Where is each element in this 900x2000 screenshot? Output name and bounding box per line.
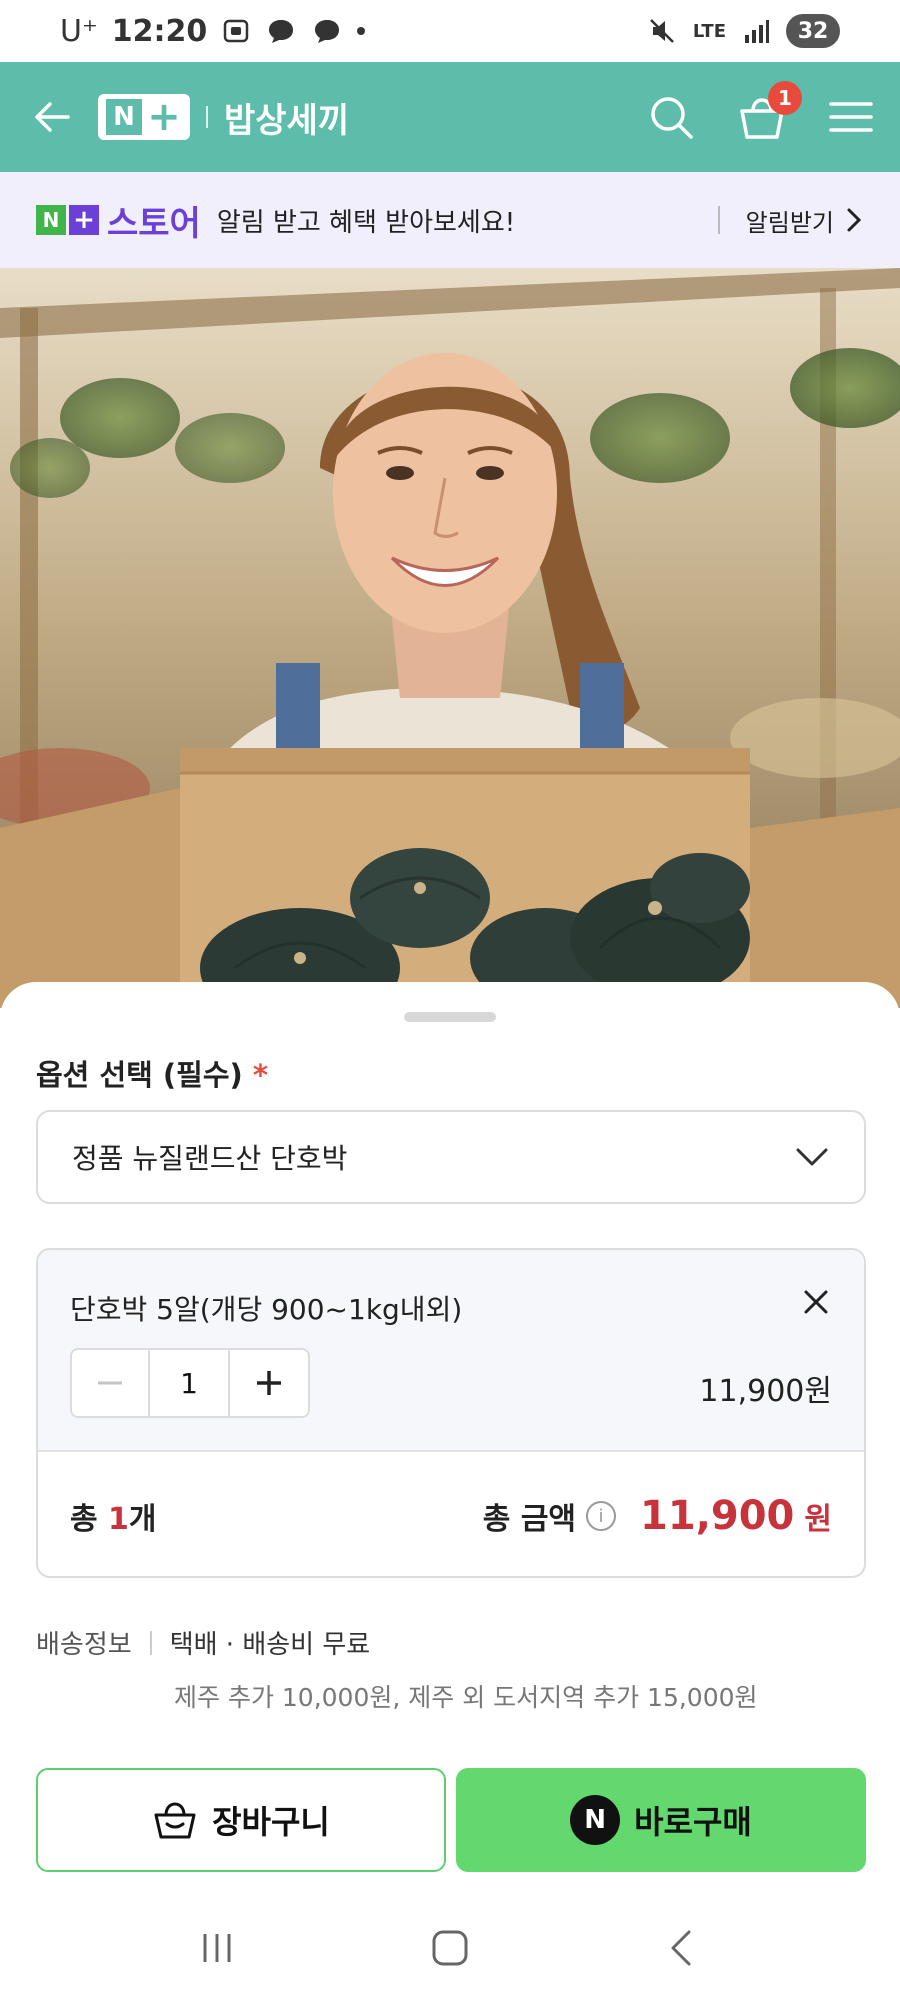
increase-button[interactable]	[230, 1350, 308, 1416]
shipping-divider	[149, 1630, 152, 1655]
minus-icon	[98, 1381, 122, 1385]
recent-apps-icon[interactable]	[197, 1928, 237, 1968]
cart-count-badge: 1	[768, 81, 802, 115]
total-count-prefix: 총	[70, 1502, 109, 1537]
selected-item-details: 단호박 5알(개당 900~1kg내외) 1 11,900원	[38, 1250, 864, 1452]
status-right: LTE 32	[647, 14, 840, 48]
item-name: 단호박 5알(개당 900~1kg내외)	[70, 1293, 463, 1326]
selected-item-card: 단호박 5알(개당 900~1kg내외) 1 11,900원 총 1개 총 금액…	[36, 1248, 866, 1578]
total-count: 총 1개	[70, 1494, 157, 1538]
logo-plus-icon: +	[147, 94, 181, 140]
option-title-text: 옵션 선택 (필수)	[36, 1058, 243, 1092]
quantity-value[interactable]: 1	[150, 1350, 230, 1416]
arrow-left-icon	[35, 102, 70, 132]
store-label: 스토어	[107, 203, 201, 244]
promo-divider	[717, 206, 720, 234]
option-selected-value: 정품 뉴질랜드산 단호박	[72, 1142, 348, 1175]
chevron-down-icon	[796, 1148, 828, 1166]
search-icon[interactable]	[646, 92, 696, 142]
total-amount-label: 총 금액	[482, 1502, 577, 1537]
signal-icon	[745, 20, 769, 43]
total-row: 총 1개 총 금액 i 11,900 원	[38, 1452, 864, 1576]
notify-label: 알림받기	[745, 208, 834, 237]
total-currency: 원	[804, 1502, 832, 1537]
carrier: U⁺	[60, 13, 98, 49]
add-to-cart-button[interactable]: 장바구니	[36, 1768, 446, 1872]
quantity-stepper: 1	[70, 1348, 310, 1418]
cart-button-label: 장바구니	[212, 1803, 330, 1841]
notify-button[interactable]: 알림받기	[717, 203, 864, 238]
total-amount-group: 총 금액 i 11,900 원	[483, 1493, 832, 1539]
header-actions: 1	[646, 81, 874, 143]
total-count-number: 1	[108, 1502, 129, 1537]
required-mark: *	[252, 1058, 269, 1092]
back-nav-icon[interactable]	[663, 1928, 703, 1968]
notification-dot-icon	[357, 27, 366, 35]
shipping-info: 배송정보 택배 · 배송비 무료	[36, 1624, 370, 1661]
logo-n-icon: N	[36, 205, 66, 235]
clock: 12:20	[111, 13, 208, 49]
header-divider	[206, 106, 208, 128]
close-icon[interactable]	[798, 1284, 834, 1320]
app-header: N + 밥상세끼 1	[0, 62, 900, 172]
battery-icon: 32	[786, 14, 840, 48]
store-name[interactable]: 밥상세끼	[224, 93, 349, 142]
logo-n-icon: N	[106, 99, 142, 135]
sheet-handle[interactable]	[404, 1012, 496, 1022]
promo-banner[interactable]: N + 스토어 알림 받고 혜택 받아보세요! 알림받기	[0, 172, 900, 268]
logo-plus-icon: +	[69, 205, 99, 235]
mute-icon	[650, 19, 674, 43]
nplus-logo[interactable]: N +	[98, 94, 190, 140]
option-sheet: 옵션 선택 (필수) * 정품 뉴질랜드산 단호박 단호박 5알(개당 900~…	[0, 982, 900, 2000]
system-nav-bar	[0, 1896, 900, 2000]
shipping-label: 배송정보	[36, 1630, 132, 1660]
back-button[interactable]	[26, 91, 78, 143]
product-image[interactable]	[0, 268, 900, 1008]
item-price: 11,900원	[699, 1374, 832, 1409]
npay-icon: N	[570, 1795, 621, 1845]
buy-now-button[interactable]: N 바로구매	[456, 1768, 866, 1872]
info-icon[interactable]: i	[586, 1501, 617, 1531]
shipping-extra-fee: 제주 추가 10,000원, 제주 외 도서지역 추가 15,000원	[174, 1683, 758, 1712]
network-type: LTE	[692, 20, 726, 42]
chat-bubble-icon	[269, 20, 294, 43]
screen-record-icon	[224, 19, 249, 43]
decrease-button[interactable]	[72, 1350, 150, 1416]
option-title: 옵션 선택 (필수) *	[36, 1052, 268, 1094]
shipping-method: 택배 · 배송비 무료	[169, 1630, 371, 1660]
chat-bubble-icon	[315, 20, 340, 43]
home-icon[interactable]	[430, 1928, 470, 1968]
status-bar: U⁺ 12:20 LTE 32	[0, 0, 900, 62]
total-amount: 11,900	[640, 1493, 795, 1539]
total-count-suffix: 개	[128, 1502, 157, 1537]
menu-icon[interactable]	[828, 94, 874, 140]
nplus-store-logo: N +	[36, 205, 99, 235]
option-select[interactable]: 정품 뉴질랜드산 단호박	[36, 1110, 866, 1204]
product-photo	[0, 268, 900, 1008]
cart-button[interactable]: 1	[736, 81, 802, 143]
shopping-basket-icon	[154, 1802, 196, 1839]
buy-button-label: 바로구매	[634, 1803, 752, 1841]
chevron-right-icon	[847, 208, 862, 232]
promo-text: 알림 받고 혜택 받아보세요!	[216, 207, 516, 238]
status-left: U⁺ 12:20	[60, 13, 366, 49]
plus-icon	[257, 1371, 281, 1395]
